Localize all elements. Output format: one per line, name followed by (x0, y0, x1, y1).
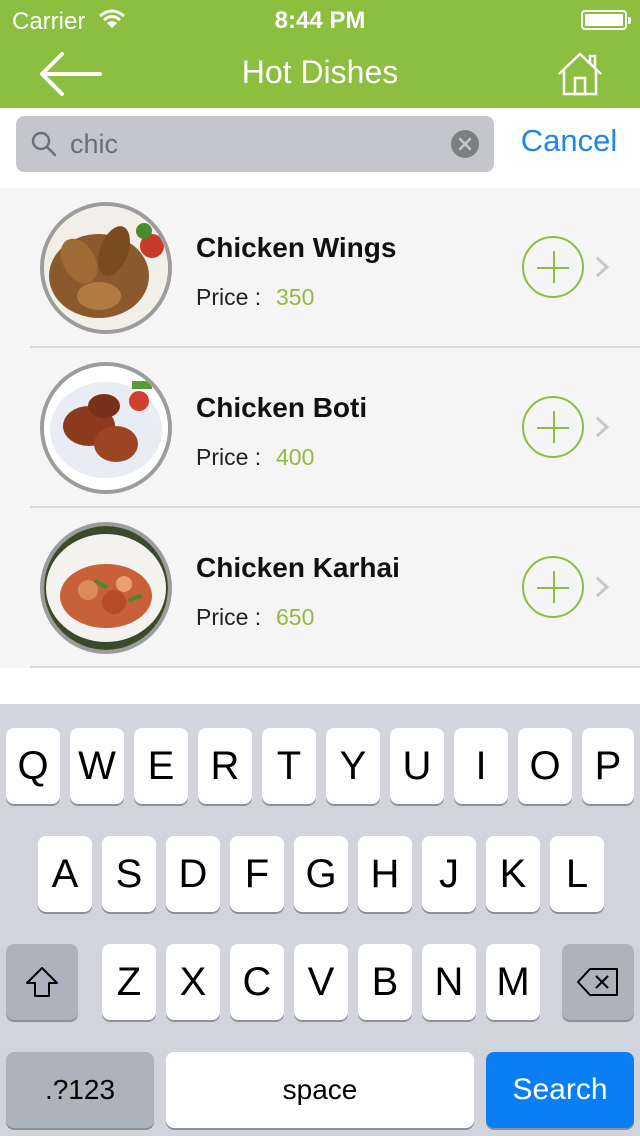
key-o[interactable]: O (518, 728, 572, 804)
key-r[interactable]: R (198, 728, 252, 804)
dish-list: Chicken Wings Price : 350 Chicken Boti P… (0, 188, 640, 668)
backspace-key[interactable] (562, 944, 634, 1020)
search-key[interactable]: Search (486, 1052, 634, 1128)
key-m[interactable]: M (486, 944, 540, 1020)
price-value: 650 (276, 604, 315, 630)
page-title: Hot Dishes (241, 54, 399, 90)
key-e[interactable]: E (134, 728, 188, 804)
list-item[interactable]: Chicken Wings Price : 350 (0, 188, 640, 348)
clock: 8:44 PM (274, 7, 366, 34)
dish-name: Chicken Wings (196, 232, 397, 263)
battery-icon (581, 10, 631, 30)
dish-name: Chicken Boti (196, 392, 368, 423)
key-i[interactable]: I (454, 728, 508, 804)
key-b[interactable]: B (358, 944, 412, 1020)
key-x[interactable]: X (166, 944, 220, 1020)
key-c[interactable]: C (230, 944, 284, 1020)
search-icon (31, 131, 57, 157)
price-value: 400 (276, 444, 315, 470)
status-bar: Carrier 8:44 PM (0, 0, 640, 40)
chevron-right-icon (595, 416, 610, 438)
dish-image (40, 362, 172, 494)
clear-icon[interactable] (451, 130, 479, 158)
key-h[interactable]: H (358, 836, 412, 912)
shift-key[interactable] (6, 944, 78, 1020)
key-u[interactable]: U (390, 728, 444, 804)
dish-image (40, 522, 172, 654)
row-divider (30, 666, 640, 668)
key-s[interactable]: S (102, 836, 156, 912)
plus-icon[interactable] (522, 556, 584, 618)
search-input[interactable] (70, 116, 450, 172)
key-k[interactable]: K (486, 836, 540, 912)
key-v[interactable]: V (294, 944, 348, 1020)
home-icon[interactable] (556, 50, 604, 98)
key-y[interactable]: Y (326, 728, 380, 804)
key-j[interactable]: J (422, 836, 476, 912)
price-label: Price : (196, 604, 262, 630)
key-t[interactable]: T (262, 728, 316, 804)
key-g[interactable]: G (294, 836, 348, 912)
shift-arrow-icon (26, 967, 58, 997)
key-p[interactable]: P (582, 728, 634, 804)
price-label: Price : (196, 284, 262, 310)
search-bar-row: Cancel (0, 108, 640, 190)
price-label: Price : (196, 444, 262, 470)
key-q[interactable]: Q (6, 728, 60, 804)
key-n[interactable]: N (422, 944, 476, 1020)
numbers-key[interactable]: .?123 (6, 1052, 154, 1128)
list-item[interactable]: Chicken Boti Price : 400 (0, 348, 640, 508)
search-field[interactable] (16, 116, 494, 172)
dish-image (40, 202, 172, 334)
plus-icon[interactable] (522, 396, 584, 458)
backspace-icon (577, 968, 618, 996)
key-l[interactable]: L (550, 836, 604, 912)
cancel-button[interactable]: Cancel (506, 116, 632, 172)
dish-name: Chicken Karhai (196, 552, 400, 583)
list-item[interactable]: Chicken Karhai Price : 650 (0, 508, 640, 668)
key-w[interactable]: W (70, 728, 124, 804)
key-a[interactable]: A (38, 836, 92, 912)
key-z[interactable]: Z (102, 944, 156, 1020)
chevron-right-icon (595, 576, 610, 598)
app-header: Carrier 8:44 PM Hot Dishes (0, 0, 640, 108)
key-f[interactable]: F (230, 836, 284, 912)
plus-icon[interactable] (522, 236, 584, 298)
price-value: 350 (276, 284, 315, 310)
chevron-right-icon (595, 256, 610, 278)
key-d[interactable]: D (166, 836, 220, 912)
keyboard: Q W E R T Y U I O P A S D F G H J K L Z … (0, 704, 640, 1136)
space-key[interactable]: space (166, 1052, 474, 1128)
